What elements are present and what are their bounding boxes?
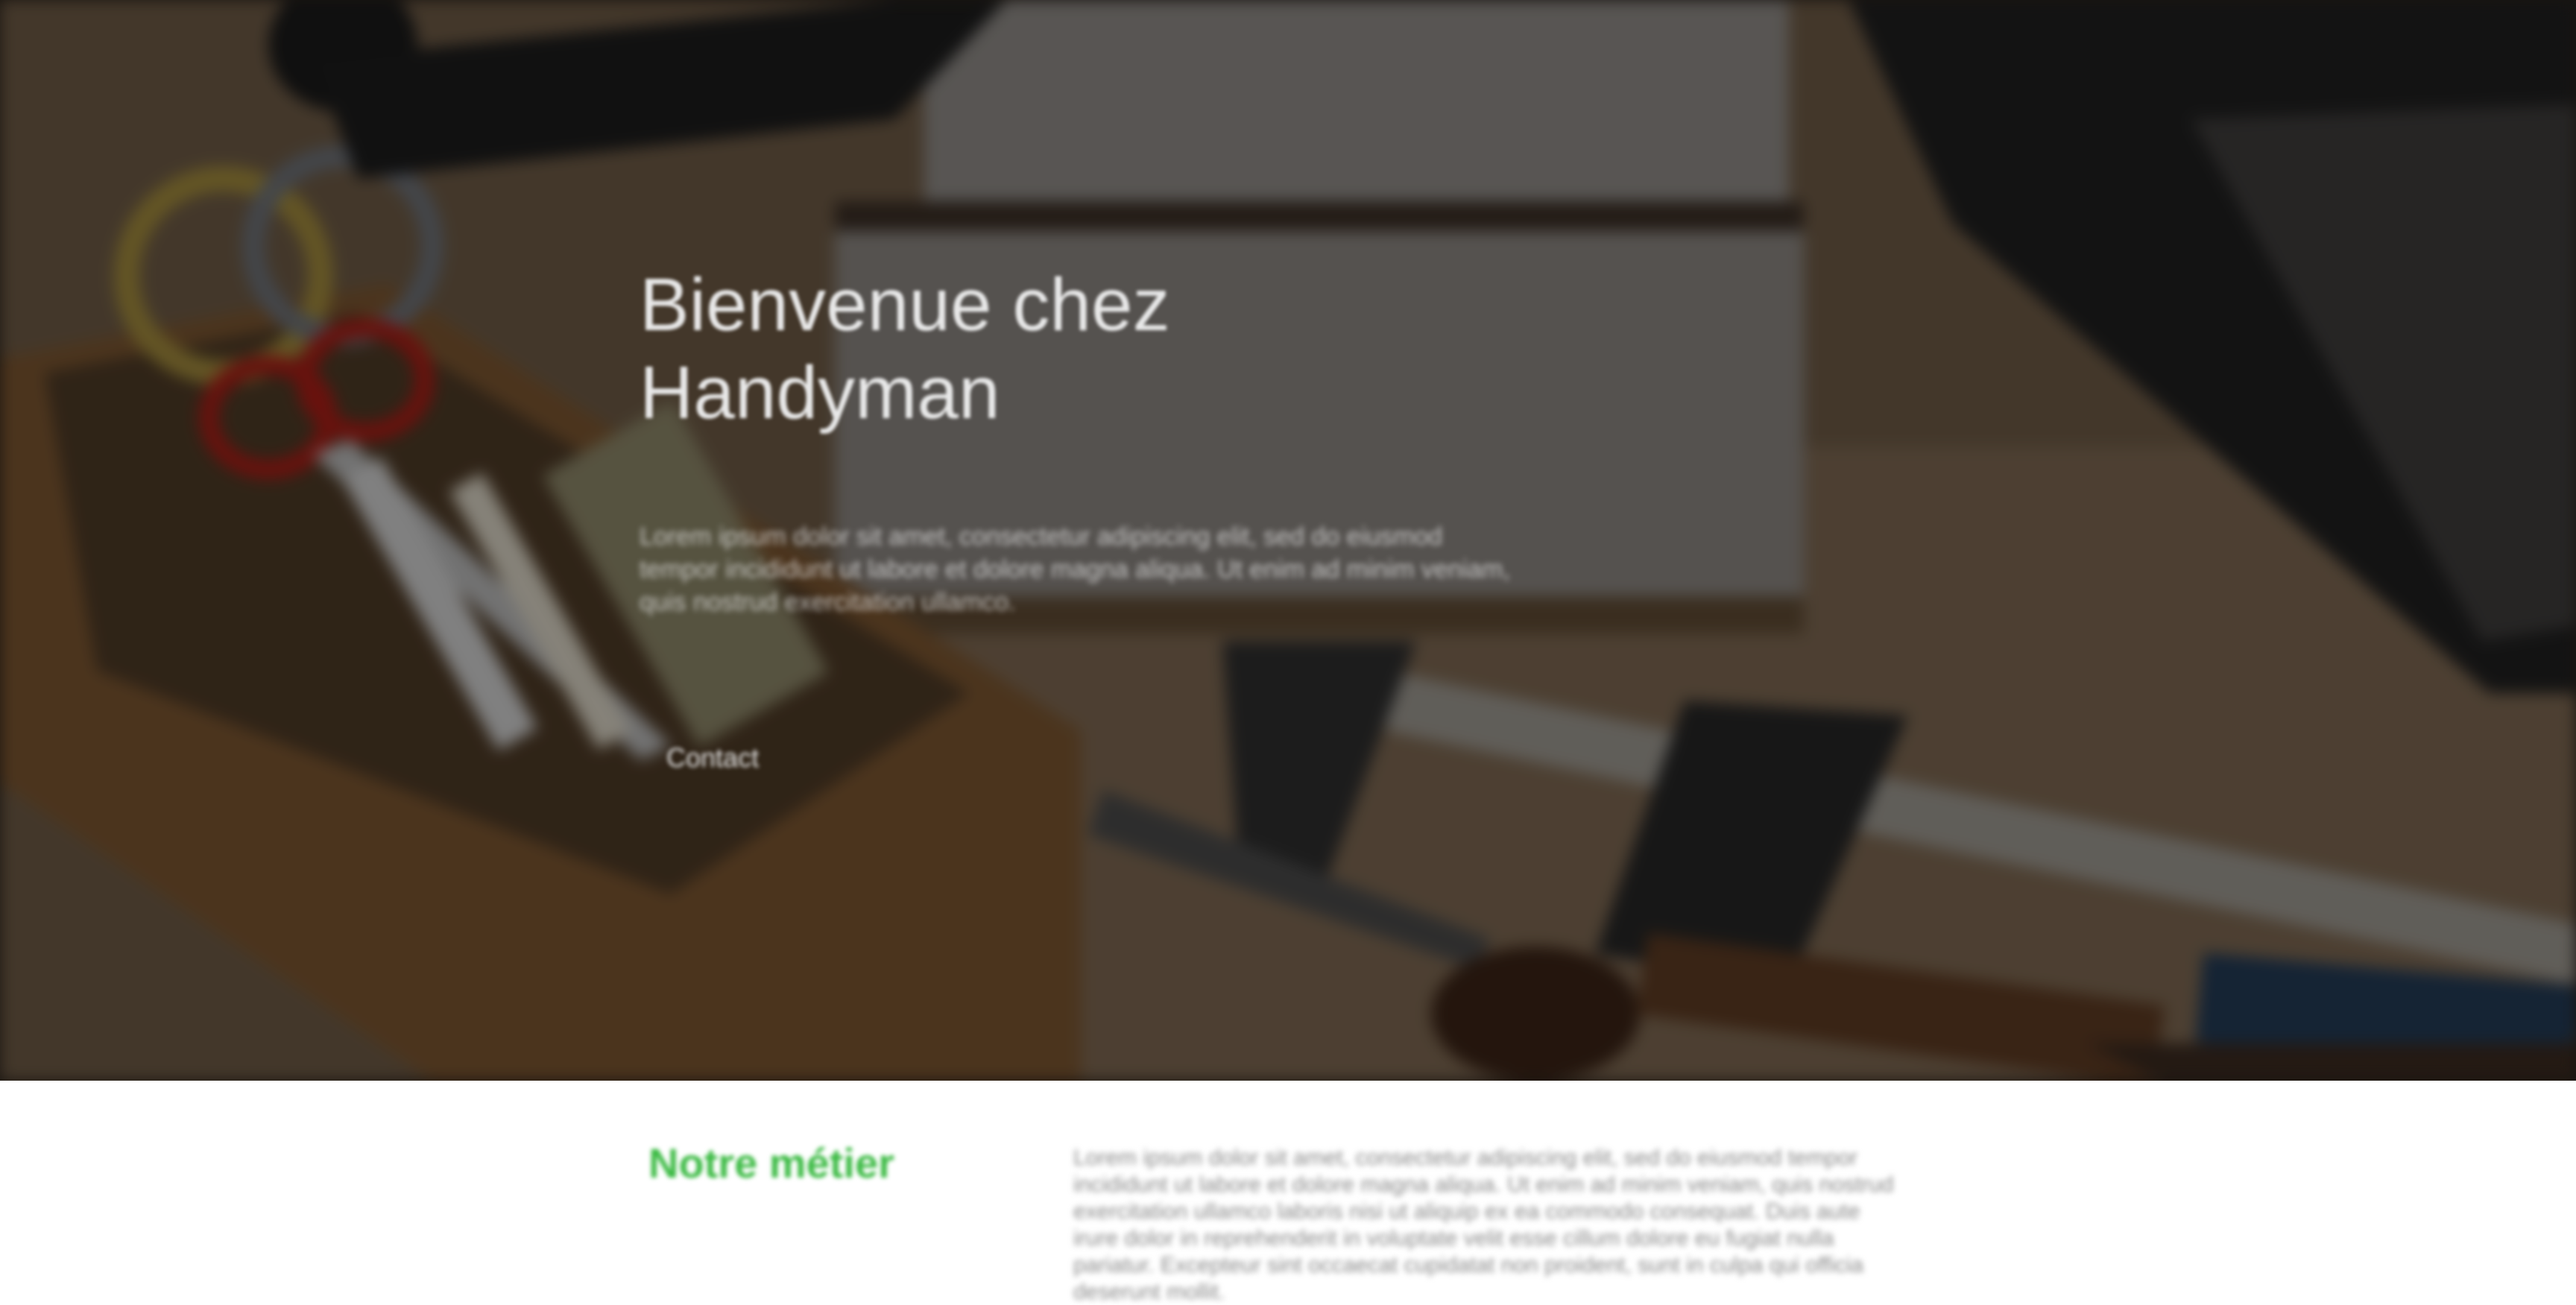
hero-title: Bienvenue chez Handyman — [640, 263, 1170, 435]
hero-description: Lorem ipsum dolor sit amet, consectetur … — [640, 522, 1510, 616]
metier-title: Notre métier — [648, 1140, 894, 1186]
metier-section: Notre métier Lorem ipsum dolor sit amet,… — [0, 1081, 2576, 1305]
hero-content: Bienvenue chez Handyman Lorem ipsum dolo… — [640, 261, 1609, 786]
hero-contact-button[interactable]: Contact — [640, 730, 786, 786]
metier-description: Lorem ipsum dolor sit amet, consectetur … — [1073, 1146, 1894, 1304]
page: Bienvenue chez Handyman Lorem ipsum dolo… — [0, 0, 2576, 1305]
hero-banner: Bienvenue chez Handyman Lorem ipsum dolo… — [0, 0, 2576, 1081]
